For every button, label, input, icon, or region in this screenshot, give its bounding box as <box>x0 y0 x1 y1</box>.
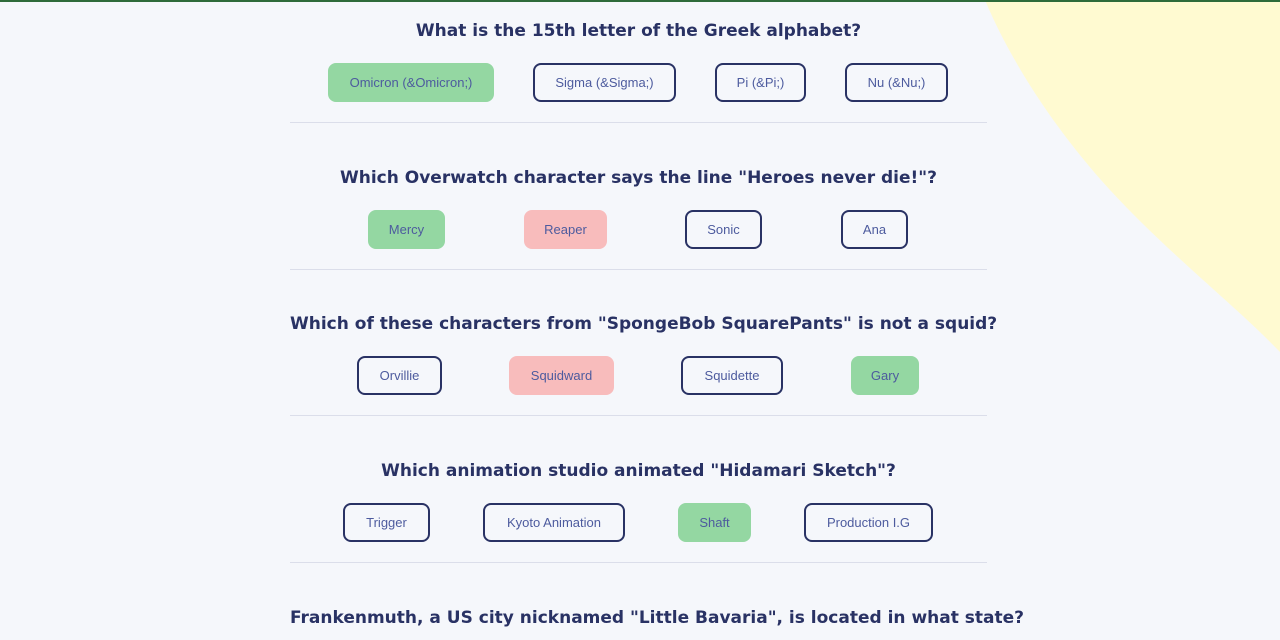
answer-button[interactable]: Gary <box>851 356 919 395</box>
divider <box>290 122 987 123</box>
question-card-2: Which Overwatch character says the line … <box>290 147 987 270</box>
answer-button[interactable]: Shaft <box>678 503 751 542</box>
answer-button[interactable]: Sigma (&Sigma;) <box>533 63 676 102</box>
answer-button[interactable]: Squidette <box>681 356 783 395</box>
answer-button[interactable]: Kyoto Animation <box>483 503 625 542</box>
answer-group: Orvillie Squidward Squidette Gary <box>290 356 987 395</box>
answer-button[interactable]: Production I.G <box>804 503 933 542</box>
question-text: Which Overwatch character says the line … <box>339 168 938 188</box>
answer-button[interactable]: Omicron (&Omicron;) <box>328 63 494 102</box>
answer-group: Omicron (&Omicron;) Sigma (&Sigma;) Pi (… <box>290 63 987 102</box>
answer-button[interactable]: Nu (&Nu;) <box>845 63 948 102</box>
divider <box>290 269 987 270</box>
question-card-3: Which of these characters from "SpongeBo… <box>290 293 998 416</box>
answer-group: Trigger Kyoto Animation Shaft Production… <box>290 503 987 542</box>
divider <box>290 415 987 416</box>
top-border <box>0 0 1280 2</box>
answer-button[interactable]: Squidward <box>509 356 614 395</box>
answer-button[interactable]: Pi (&Pi;) <box>715 63 806 102</box>
question-card-4: Which animation studio animated "Hidamar… <box>290 440 987 563</box>
answer-button[interactable]: Mercy <box>368 210 445 249</box>
answer-button[interactable]: Reaper <box>524 210 607 249</box>
question-text: Which of these characters from "SpongeBo… <box>290 314 998 334</box>
answer-button[interactable]: Ana <box>841 210 908 249</box>
answer-button[interactable]: Trigger <box>343 503 430 542</box>
question-text: What is the 15th letter of the Greek alp… <box>415 21 862 41</box>
answer-group: Mercy Reaper Sonic Ana <box>290 210 987 249</box>
answer-button[interactable]: Sonic <box>685 210 762 249</box>
question-card-1: What is the 15th letter of the Greek alp… <box>290 0 987 123</box>
question-text: Which animation studio animated "Hidamar… <box>381 461 896 481</box>
question-card-5: Frankenmuth, a US city nicknamed "Little… <box>290 587 1025 640</box>
divider <box>290 562 987 563</box>
answer-button[interactable]: Orvillie <box>357 356 442 395</box>
question-text: Frankenmuth, a US city nicknamed "Little… <box>290 608 1025 628</box>
